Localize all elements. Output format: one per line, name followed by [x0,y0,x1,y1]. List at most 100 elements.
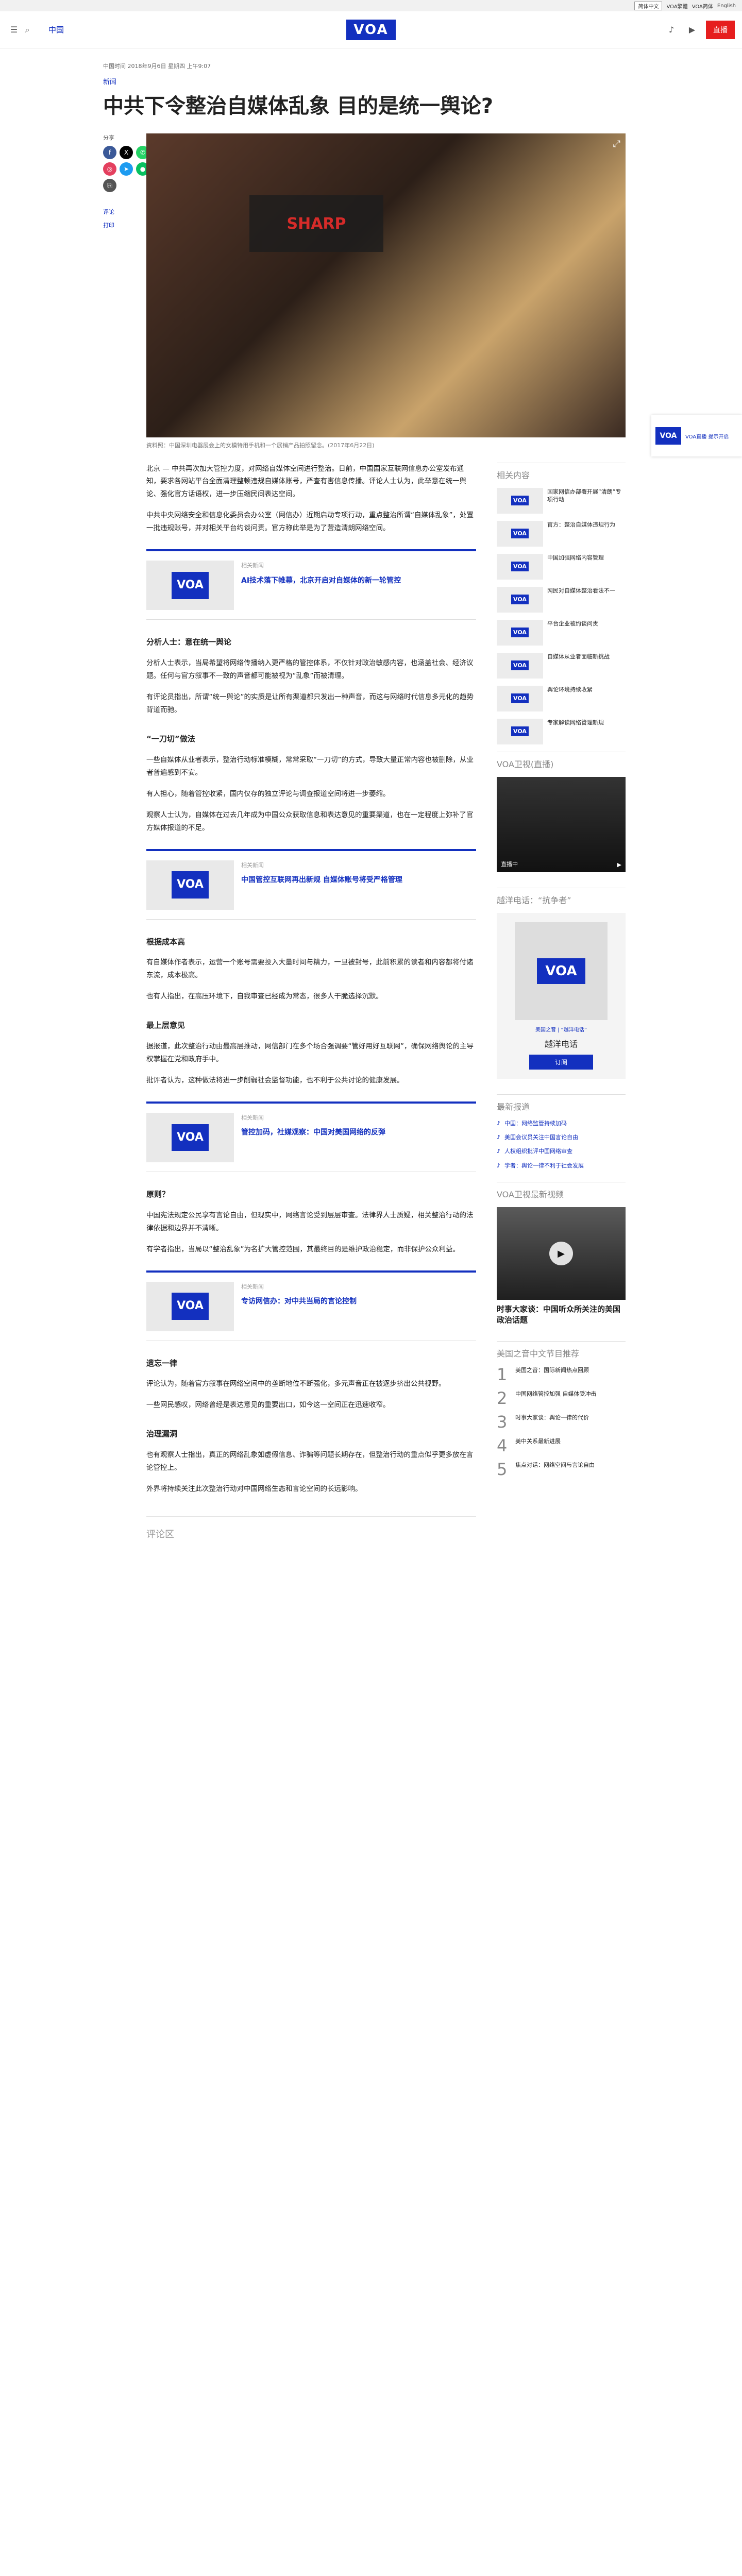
related-title[interactable]: AI技术落下帷幕，北京开启对自媒体的新一轮管控 [241,575,401,586]
sidebar-live-title: VOA卫视(直播) [497,751,626,770]
link-icon[interactable]: ⎘ [103,179,116,192]
voa-logo-thumb: VOA [511,561,529,572]
latest-text[interactable]: 美国会议员关注中国言论自由 [504,1133,578,1141]
sidebar-video-title: VOA卫视最新视频 [497,1182,626,1200]
paragraph: 一些网民感叹，网络曾经是表达意见的重要出口，如今这一空间正在迅速收窄。 [146,1401,390,1410]
sidebar-related-text[interactable]: 官方：整治自媒体违规行为 [547,521,615,547]
sidebar-related-text[interactable]: 专家解读网络管理新规 [547,719,604,744]
latest-item[interactable]: ♪ 人权组织批评中国网络审查 [497,1147,626,1155]
twitter-icon[interactable]: X [120,146,133,159]
article-category[interactable]: 新闻 [103,76,639,86]
top-item[interactable]: 2 中国网络管控加强 自媒体受冲击 [497,1390,626,1406]
topbar-link-1[interactable]: VOA简体 [692,2,713,10]
live-caption: 直播中 [501,860,518,868]
sidebar-related-text[interactable]: 自媒体从业者面临新挑战 [547,653,610,679]
related-thumb: VOA [146,1112,234,1162]
top-item[interactable]: 1 美国之音：国际新闻热点回顾 [497,1366,626,1383]
headphones-icon[interactable]: ♪ [665,23,678,37]
headphones-icon: ♪ [497,1162,501,1169]
topbar: 简体中文 VOA繁體 VOA简体 English [0,0,742,11]
latest-item[interactable]: ♪ 美国会议员关注中国言论自由 [497,1133,626,1141]
voa-logo-thumb: VOA [511,693,529,704]
play-icon[interactable]: ▶ [617,861,621,868]
top-item[interactable]: 3 时事大家谈：舆论一律的代价 [497,1414,626,1430]
voa-logo-float: VOA [655,427,681,445]
related-card[interactable]: VOA 相关新闻 专访网信办：对中共当局的言论控制 [146,1270,476,1341]
paragraph: 外界将持续关注此次整治行动对中国网络生态和言论空间的长远影响。 [146,1484,362,1493]
top-item[interactable]: 5 焦点对话：网络空间与言论自由 [497,1461,626,1478]
comment-link[interactable]: 评论 [103,208,134,216]
live-player[interactable]: 直播中 ▶ [497,776,626,872]
related-title[interactable]: 中国管控互联网再出新规 自媒体账号将受严格管理 [241,875,402,886]
sidebar-related-item[interactable]: VOA 中国加强网络内容管理 [497,553,626,580]
sidebar-related-text[interactable]: 平台企业被约谈问责 [547,620,598,646]
section-heading: 遗忘一律 [146,1358,178,1368]
related-card[interactable]: VOA 相关新闻 中国管控互联网再出新规 自媒体账号将受严格管理 [146,849,476,920]
print-link[interactable]: 打印 [103,221,134,229]
search-icon[interactable]: ⌕ [21,23,34,37]
top-text[interactable]: 焦点对话：网络空间与言论自由 [515,1461,595,1478]
video-headline[interactable]: 时事大家谈：中国听众所关注的美国政治话题 [497,1304,626,1326]
related-card[interactable]: VOA 相关新闻 AI技术落下帷幕，北京开启对自媒体的新一轮管控 [146,549,476,620]
sidebar-related-text[interactable]: 国家网信办部署开展“清朗”专项行动 [547,488,626,514]
top-text[interactable]: 时事大家谈：舆论一律的代价 [515,1414,589,1430]
section-link[interactable]: 中国 [48,24,64,35]
fullscreen-icon[interactable]: ⤢ [613,139,620,149]
paragraph: 评论认为，随着官方叙事在网络空间中的垄断地位不断强化，多元声音正在被逐步挤出公共… [146,1380,446,1388]
thumb: VOA [497,718,543,744]
top-item[interactable]: 4 美中关系最新进展 [497,1437,626,1454]
latest-item[interactable]: ♪ 中国：网络监管持续加码 [497,1120,626,1127]
headphones-icon: ♪ [497,1133,501,1141]
related-title[interactable]: 管控加码，社媒观察：中国对美国网络的反弹 [241,1127,385,1138]
share-label: 分享 [103,134,114,141]
related-title[interactable]: 专访网信办：对中共当局的言论控制 [241,1296,357,1307]
sidebar-related-item[interactable]: VOA 网民对自媒体整治看法不一 [497,586,626,613]
sidebar-related-item[interactable]: VOA 平台企业被约谈问责 [497,619,626,646]
headphones-icon: ♪ [497,1148,501,1155]
telegram-icon[interactable]: ➤ [120,162,133,176]
voa-logo-thumb: VOA [511,495,529,506]
sidebar-related-item[interactable]: VOA 专家解读网络管理新规 [497,718,626,744]
section-heading: 根据成本高 [146,937,185,946]
comments-section[interactable]: 评论区 [146,1516,476,1543]
sidebar-related-item[interactable]: VOA 官方：整治自媒体违规行为 [497,520,626,547]
latest-text[interactable]: 中国：网络监管持续加码 [504,1120,567,1127]
rank-number: 4 [497,1436,508,1456]
paragraph: 分析人士表示，当局希望将网络传播纳入更严格的管控体系，不仅针对政治敏感内容，也涵… [146,659,474,681]
top-text[interactable]: 美国之音：国际新闻热点回顾 [515,1366,589,1383]
voa-logo[interactable]: VOA [346,19,396,40]
section-heading: 原则？ [146,1189,170,1199]
sidebar-related-item[interactable]: VOA 自媒体从业者面临新挑战 [497,652,626,679]
hero-image: SHARP ⤢ [146,133,626,437]
floating-cta[interactable]: VOA VOA直播 提示开启 [651,415,742,456]
latest-text[interactable]: 学者：舆论一律不利于社会发展 [504,1162,584,1170]
top-text[interactable]: 美中关系最新进展 [515,1437,561,1454]
sidebar-related-text[interactable]: 舆论环境持续收紧 [547,686,593,711]
headphones-icon: ♪ [497,1120,501,1127]
language-select[interactable]: 简体中文 [634,1,663,10]
paragraph: 有人担心，随着管控收紧，国内仅存的独立评论与调查报道空间将进一步萎缩。 [146,789,390,798]
video-player[interactable]: ▶ [497,1207,626,1300]
subscribe-button[interactable]: 订阅 [529,1054,593,1070]
video-icon[interactable]: ▶ [685,23,699,37]
topbar-link-2[interactable]: English [717,3,736,9]
latest-text[interactable]: 人权组织批评中国网络审查 [504,1147,572,1155]
sidebar-related-text[interactable]: 网民对自媒体整治看法不一 [547,587,615,613]
instagram-icon[interactable]: ◎ [103,162,116,176]
sidebar-related-item[interactable]: VOA 国家网信办部署开展“清朗”专项行动 [497,487,626,514]
play-icon[interactable]: ▶ [549,1242,573,1266]
thumb: VOA [497,553,543,580]
topbar-link-0[interactable]: VOA繁體 [666,2,687,10]
latest-item[interactable]: ♪ 学者：舆论一律不利于社会发展 [497,1162,626,1170]
sidebar-related-item[interactable]: VOA 舆论环境持续收紧 [497,685,626,711]
article-body: 北京 — 中共再次加大管控力度，对网络自媒体空间进行整治。日前，中国国家互联网信… [146,463,476,1544]
voa-logo-thumb: VOA [511,528,529,539]
thumb: VOA [497,685,543,711]
related-card[interactable]: VOA 相关新闻 管控加码，社媒观察：中国对美国网络的反弹 [146,1101,476,1172]
floating-cta-text[interactable]: VOA直播 提示开启 [685,432,729,440]
facebook-icon[interactable]: f [103,146,116,159]
sidebar-related-text[interactable]: 中国加强网络内容管理 [547,554,604,580]
top-text[interactable]: 中国网络管控加强 自媒体受冲击 [515,1390,597,1406]
live-button[interactable]: 直播 [706,20,735,39]
menu-icon[interactable]: ☰ [7,23,21,37]
